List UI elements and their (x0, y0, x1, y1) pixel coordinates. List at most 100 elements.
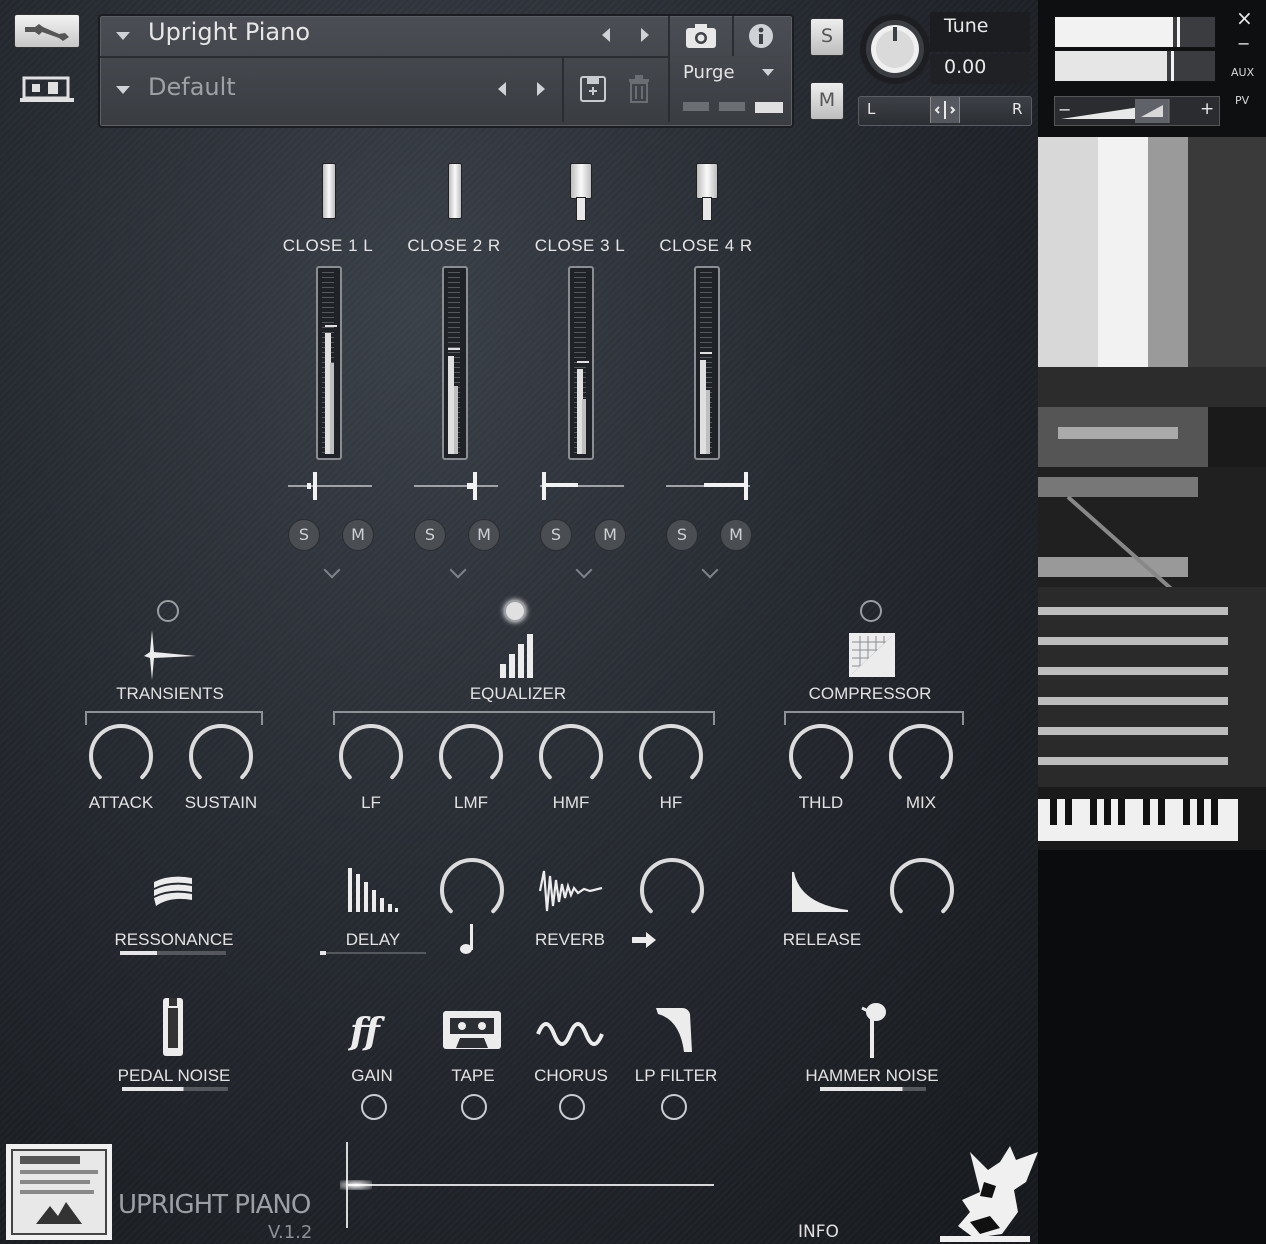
header-divider-v2 (562, 58, 564, 122)
compressor-power-led[interactable] (860, 600, 882, 622)
pv-button[interactable]: PV (1235, 94, 1249, 107)
pan-handle[interactable] (930, 97, 960, 123)
info-icon[interactable] (747, 22, 775, 50)
compressor-label: COMPRESSOR (808, 684, 932, 703)
transients-power-led[interactable] (157, 600, 179, 622)
trash-icon[interactable] (626, 74, 652, 104)
timeline-marker[interactable] (340, 1180, 372, 1190)
instrument-dropdown-icon[interactable] (116, 32, 130, 40)
transients-label: TRANSIENTS (116, 684, 224, 703)
volume-plus[interactable]: + (1200, 99, 1214, 119)
channel-4-solo-button[interactable]: S (666, 519, 698, 551)
instrument-solo-button[interactable]: S (810, 18, 844, 56)
instrument-name[interactable]: Upright Piano (148, 18, 310, 46)
hammer-noise-amount-bar[interactable] (820, 1087, 926, 1091)
pedal-noise-label[interactable]: PEDAL NOISE (104, 1066, 244, 1086)
tape-icon (443, 1011, 501, 1049)
product-thumbnail (6, 1144, 112, 1240)
reverb-label[interactable]: REVERB (500, 930, 640, 950)
memory-bar-2 (719, 102, 745, 111)
channel-1-mute-button[interactable]: M (342, 519, 374, 551)
output-meter-left (1054, 16, 1216, 48)
channel-4-pan-handle[interactable] (744, 472, 748, 500)
ressonance-amount-bar[interactable] (120, 951, 226, 955)
equalizer-hmf-knob[interactable] (537, 722, 605, 790)
reverb-icon (538, 870, 603, 912)
release-label[interactable]: RELEASE (752, 930, 892, 950)
lp-filter-label: LP FILTER (634, 1066, 718, 1085)
preset-dropdown-icon[interactable] (116, 86, 130, 94)
channel-4-mute-button[interactable]: M (720, 519, 752, 551)
next-instrument-icon[interactable] (641, 28, 649, 42)
tune-knob[interactable] (858, 12, 932, 86)
channel-4-fader-stem (702, 197, 712, 221)
note-sync-icon[interactable] (458, 922, 480, 956)
transients-sustain-knob[interactable] (187, 722, 255, 790)
equalizer-power-led[interactable] (504, 600, 526, 622)
tape-toggle[interactable] (461, 1094, 487, 1120)
channel-4-fader[interactable] (696, 163, 718, 199)
wrench-button[interactable] (14, 14, 80, 48)
purge-dropdown-icon[interactable] (762, 69, 774, 76)
next-preset-icon[interactable] (537, 82, 545, 96)
channel-2-pan-track[interactable] (414, 485, 498, 487)
purge-label[interactable]: Purge (683, 62, 735, 83)
channel-1-pan-track[interactable] (288, 485, 372, 487)
compressor-mix-knob[interactable] (887, 722, 955, 790)
aux-button[interactable]: AUX (1231, 66, 1254, 79)
info-button[interactable]: INFO (798, 1222, 839, 1242)
channel-1-pan-handle[interactable] (313, 472, 317, 500)
equalizer-lmf-knob[interactable] (437, 722, 505, 790)
channel-4-label: CLOSE 4 R (659, 236, 753, 255)
channel-1-meter (316, 266, 342, 460)
delay-icon (348, 868, 398, 912)
transients-attack-knob[interactable] (87, 722, 155, 790)
chorus-toggle[interactable] (559, 1094, 585, 1120)
channel-2-fader[interactable] (448, 163, 462, 219)
camera-icon[interactable] (684, 22, 718, 50)
pan-right-label: R (1012, 100, 1023, 118)
lp-filter-toggle[interactable] (661, 1094, 687, 1120)
delay-label[interactable]: DELAY (303, 930, 443, 950)
compressor-thld-knob[interactable] (787, 722, 855, 790)
channel-2-solo-button[interactable]: S (414, 519, 446, 551)
volume-slider[interactable] (1054, 96, 1220, 126)
channel-3-fader[interactable] (570, 163, 592, 199)
ressonance-icon (154, 876, 192, 906)
memory-bar-3 (755, 102, 783, 113)
preset-name[interactable]: Default (148, 73, 236, 101)
piano-photo (1038, 137, 1266, 850)
delay-amount-bar[interactable] (320, 951, 426, 955)
delay-time-knob[interactable] (438, 856, 506, 924)
volume-minus[interactable]: − (1058, 100, 1071, 119)
channel-3-mute-button[interactable]: M (594, 519, 626, 551)
minimize-button[interactable]: − (1237, 34, 1250, 53)
gain-toggle[interactable] (361, 1094, 387, 1120)
instrument-mute-button[interactable]: M (810, 82, 844, 120)
product-version: V.1.2 (268, 1222, 313, 1243)
wrench-icon (25, 24, 69, 41)
compressor-icon (849, 633, 895, 677)
channel-3-meter (568, 266, 594, 460)
channel-1-solo-button[interactable]: S (288, 519, 320, 551)
channel-3-fader-stem (576, 197, 586, 221)
prev-instrument-icon[interactable] (602, 28, 610, 42)
pedal-noise-amount-bar[interactable] (122, 1087, 228, 1091)
tune-value[interactable]: 0.00 (944, 56, 986, 78)
ressonance-label[interactable]: RESSONANCE (104, 930, 244, 950)
save-icon[interactable] (578, 74, 608, 104)
pan-left-label: L (867, 100, 876, 118)
reverb-amount-knob[interactable] (638, 856, 706, 924)
equalizer-hf-knob[interactable] (637, 722, 705, 790)
close-button[interactable]: × (1236, 6, 1253, 30)
release-amount-knob[interactable] (888, 856, 956, 924)
hammer-noise-label[interactable]: HAMMER NOISE (802, 1066, 942, 1086)
prev-preset-icon[interactable] (498, 82, 506, 96)
channel-1-fader[interactable] (322, 163, 336, 219)
equalizer-lf-label: LF (361, 793, 381, 812)
channel-3-solo-button[interactable]: S (540, 519, 572, 551)
arrow-right-icon[interactable] (630, 930, 658, 950)
channel-2-mute-button[interactable]: M (468, 519, 500, 551)
chorus-icon (536, 1022, 604, 1046)
equalizer-lf-knob[interactable] (337, 722, 405, 790)
